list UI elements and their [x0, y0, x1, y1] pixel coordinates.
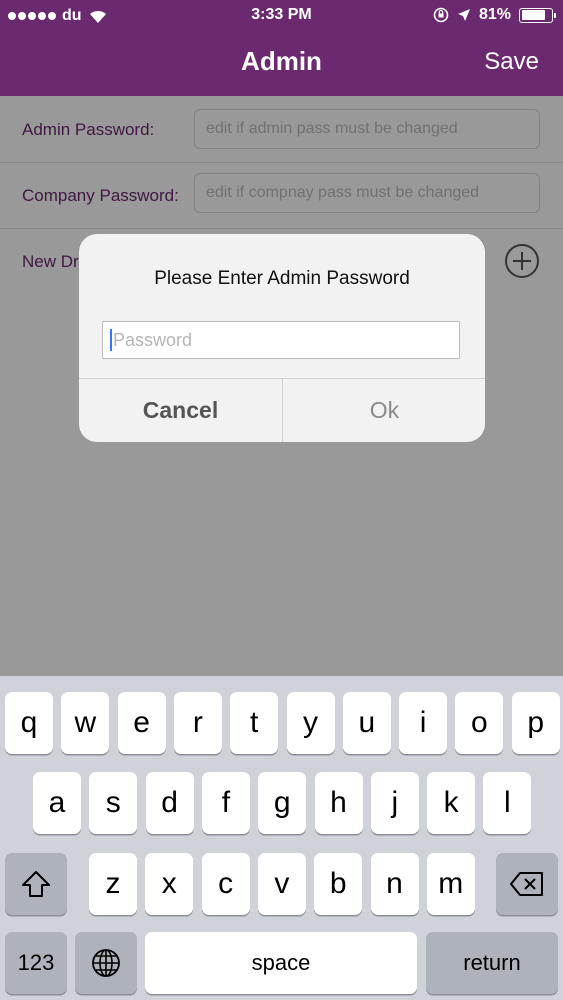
key-r[interactable]: r: [173, 692, 222, 754]
shift-icon: [22, 871, 50, 897]
keyboard: qwertyuiop asdfghjkl zxcvbnm 123 space r…: [0, 676, 563, 1000]
password-input[interactable]: Password: [102, 321, 460, 359]
save-button[interactable]: Save: [484, 48, 539, 76]
battery-fill: [521, 10, 545, 20]
key-y[interactable]: y: [286, 692, 335, 754]
key-x[interactable]: x: [145, 853, 194, 915]
backspace-icon: [510, 872, 543, 896]
numbers-key[interactable]: 123: [5, 932, 67, 994]
cancel-button[interactable]: Cancel: [79, 379, 282, 442]
text-caret: [110, 329, 112, 351]
key-q[interactable]: q: [5, 692, 53, 754]
key-v[interactable]: v: [257, 853, 306, 915]
shift-key[interactable]: [5, 853, 67, 915]
key-a[interactable]: a: [33, 772, 81, 834]
status-right-group: 81%: [433, 6, 556, 24]
location-arrow-icon: [457, 9, 470, 21]
space-key[interactable]: space: [145, 932, 417, 994]
key-j[interactable]: j: [370, 772, 419, 834]
key-d[interactable]: d: [145, 772, 194, 834]
key-f[interactable]: f: [201, 772, 250, 834]
key-c[interactable]: c: [201, 853, 250, 915]
key-n[interactable]: n: [370, 853, 419, 915]
key-s[interactable]: s: [89, 772, 138, 834]
key-o[interactable]: o: [455, 692, 504, 754]
password-alert: Please Enter Admin Password Password Can…: [79, 234, 485, 442]
key-e[interactable]: e: [117, 692, 166, 754]
key-u[interactable]: u: [342, 692, 391, 754]
key-p[interactable]: p: [511, 692, 560, 754]
key-t[interactable]: t: [230, 692, 279, 754]
battery-icon: [519, 7, 556, 23]
key-l[interactable]: l: [483, 772, 532, 834]
globe-key[interactable]: [75, 932, 137, 994]
key-w[interactable]: w: [61, 692, 110, 754]
key-g[interactable]: g: [258, 772, 307, 834]
key-i[interactable]: i: [399, 692, 448, 754]
return-key[interactable]: return: [426, 932, 558, 994]
globe-icon: [92, 949, 120, 977]
password-placeholder: Password: [113, 329, 193, 350]
nav-bar: du 3:33 PM 81% Admin Save: [0, 0, 563, 96]
key-z[interactable]: z: [89, 853, 137, 915]
key-b[interactable]: b: [314, 853, 363, 915]
key-m[interactable]: m: [426, 853, 475, 915]
alert-message: Please Enter Admin Password: [154, 268, 410, 289]
page-title: Admin: [241, 46, 322, 76]
battery-percent: 81%: [478, 6, 511, 23]
key-k[interactable]: k: [427, 772, 476, 834]
status-bar: du 3:33 PM 81%: [0, 0, 563, 32]
key-h[interactable]: h: [314, 772, 363, 834]
orientation-lock-icon: [433, 7, 449, 23]
delete-key[interactable]: [496, 853, 558, 915]
ok-button[interactable]: Ok: [283, 379, 485, 442]
